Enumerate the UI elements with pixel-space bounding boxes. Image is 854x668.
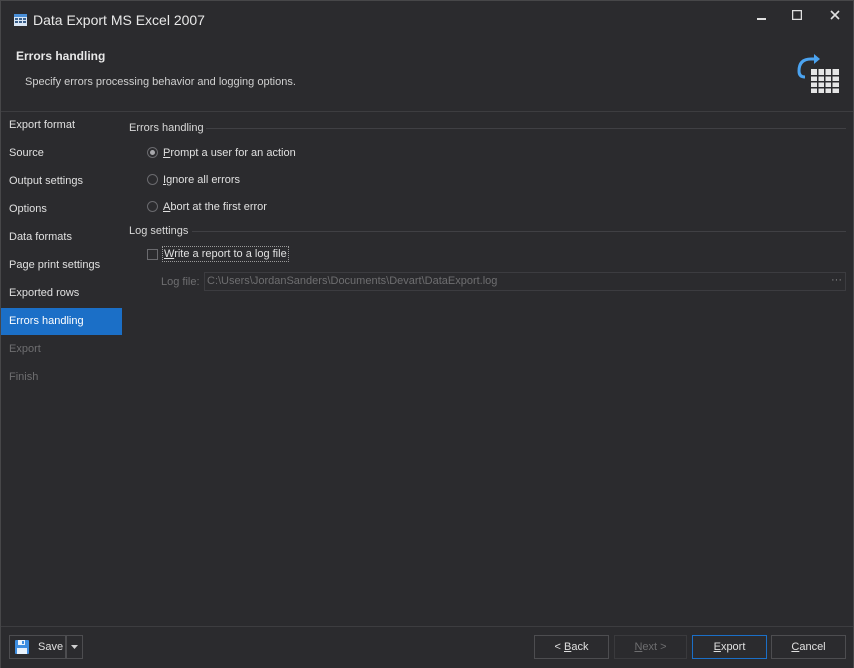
browse-ellipsis-icon: ··· <box>831 274 842 286</box>
maximize-icon <box>791 9 803 21</box>
wizard-steps-sidebar: Export format Source Output settings Opt… <box>1 112 123 626</box>
radio-label: Abort at the first error <box>163 201 267 213</box>
sidebar-item-export-format[interactable]: Export format <box>1 112 122 139</box>
radio-button[interactable] <box>147 147 158 158</box>
radio-button[interactable] <box>147 201 158 212</box>
export-wizard-window: Data Export MS Excel 2007 Errors handlin… <box>0 0 854 668</box>
close-button[interactable] <box>820 7 850 25</box>
floppy-disk-icon <box>15 640 29 654</box>
sidebar-item-finish: Finish <box>9 371 39 383</box>
export-button[interactable]: Export <box>692 635 767 659</box>
wizard-footer: Save < Back Next > Export Cancel <box>1 626 853 668</box>
wizard-content: Errors handling Prompt a user for an act… <box>122 112 853 626</box>
sidebar-item-exported-rows[interactable]: Exported rows <box>1 280 122 307</box>
sidebar-item-page-print-settings[interactable]: Page print settings <box>1 252 122 279</box>
errors-handling-group-title: Errors handling <box>129 122 204 134</box>
sidebar-item-source[interactable]: Source <box>1 140 122 167</box>
maximize-button[interactable] <box>782 7 812 25</box>
group-divider <box>192 231 846 232</box>
save-dropdown-button[interactable] <box>66 635 83 659</box>
window-title: Data Export MS Excel 2007 <box>33 12 205 28</box>
group-divider <box>206 128 846 129</box>
log-file-path-value: C:\Users\JordanSanders\Documents\Devart\… <box>207 275 498 287</box>
write-log-checkbox[interactable] <box>147 249 158 260</box>
sidebar-item-export: Export <box>9 343 41 355</box>
radio-label: Prompt a user for an action <box>163 147 296 159</box>
export-table-icon <box>797 54 839 93</box>
sidebar-item-output-settings[interactable]: Output settings <box>1 168 122 195</box>
log-file-path-input: C:\Users\JordanSanders\Documents\Devart\… <box>204 272 846 291</box>
cancel-button[interactable]: Cancel <box>771 635 846 659</box>
write-log-checkbox-label[interactable]: Write a report to a log file <box>162 246 289 262</box>
title-bar: Data Export MS Excel 2007 <box>1 1 853 39</box>
minimize-button[interactable] <box>747 7 777 25</box>
minimize-icon <box>757 18 766 20</box>
save-button[interactable]: Save <box>9 635 66 659</box>
excel-app-icon <box>14 14 27 26</box>
log-settings-group-title: Log settings <box>129 225 189 237</box>
sidebar-item-options[interactable]: Options <box>1 196 122 223</box>
sidebar-item-errors-handling[interactable]: Errors handling <box>1 308 122 335</box>
next-button: Next > <box>614 635 687 659</box>
page-title: Errors handling <box>16 49 106 63</box>
wizard-header: Errors handling Specify errors processin… <box>1 39 853 112</box>
save-button-label: Save <box>38 641 64 653</box>
page-subtitle: Specify errors processing behavior and l… <box>25 76 296 88</box>
close-icon <box>830 10 840 20</box>
back-button[interactable]: < Back <box>534 635 609 659</box>
chevron-down-icon <box>71 645 78 650</box>
radio-label: Ignore all errors <box>163 174 241 186</box>
sidebar-item-data-formats[interactable]: Data formats <box>1 224 122 251</box>
radio-button[interactable] <box>147 174 158 185</box>
log-file-label: Log file: <box>161 276 200 288</box>
